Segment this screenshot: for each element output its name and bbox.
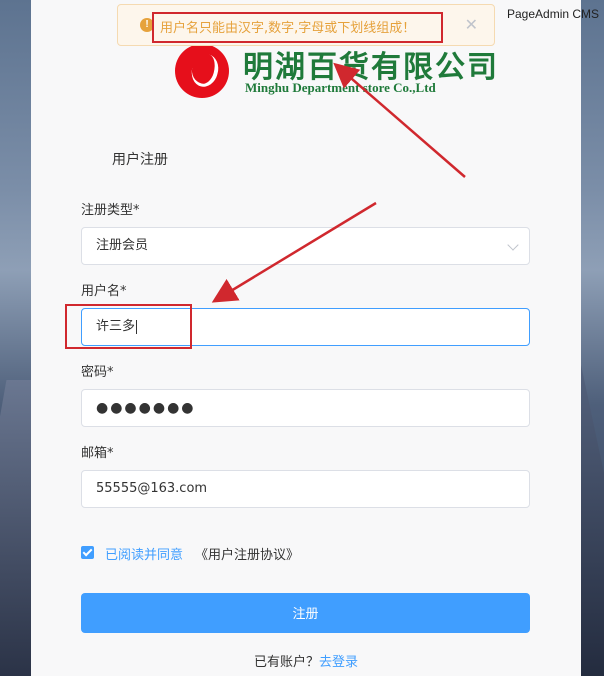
annotation-arrows bbox=[211, 62, 466, 303]
annotation-arrow-to-username bbox=[211, 201, 377, 303]
annotation-arrow-to-toast bbox=[333, 62, 466, 178]
